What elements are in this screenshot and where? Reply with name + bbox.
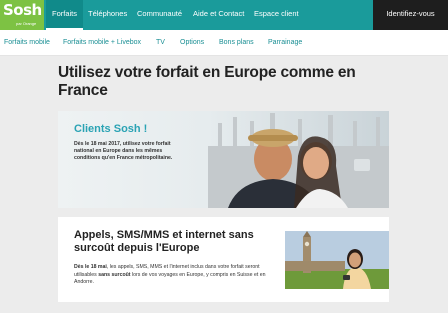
logo-subtitle: par Orange [16, 21, 37, 26]
nav-aide-contact[interactable]: Aide et Contact [193, 0, 244, 30]
hero-banner: Clients Sosh ! Dès le 18 mai 2017, utili… [58, 111, 389, 208]
sub-navigation: Forfaits mobile Forfaits mobile + Livebo… [0, 30, 448, 56]
hero-title: Clients Sosh ! [74, 123, 148, 135]
logo-wordmark: Sosh [3, 1, 42, 19]
subnav-forfaits-livebox[interactable]: Forfaits mobile + Livebox [63, 30, 141, 56]
nav-telephones[interactable]: Téléphones [88, 0, 127, 30]
hero-text: Dès le 18 mai 2017, utilisez votre forfa… [74, 141, 173, 161]
card-text-bold: sans surcoût [98, 271, 131, 278]
info-card: Appels, SMS/MMS et internet sans surcoût… [58, 217, 389, 302]
login-button[interactable]: Identifiez-vous [373, 0, 448, 30]
london-photo [285, 231, 389, 289]
subnav-forfaits-mobile[interactable]: Forfaits mobile [4, 30, 50, 56]
subnav-bons-plans[interactable]: Bons plans [219, 30, 254, 56]
card-title: Appels, SMS/MMS et internet sans surcoût… [74, 229, 254, 254]
top-navigation: Sosh par Orange Forfaits Téléphones Comm… [0, 0, 448, 30]
nav-espace-client[interactable]: Espace client [254, 0, 299, 30]
card-text-lead: Dès le 18 mai [74, 264, 107, 270]
subnav-parrainage[interactable]: Parrainage [268, 30, 302, 56]
subnav-options[interactable]: Options [180, 30, 204, 56]
subnav-tv[interactable]: TV [156, 30, 165, 56]
card-text: Dès le 18 mai, les appels, SMS, MMS et l… [74, 264, 274, 287]
nav-forfaits[interactable]: Forfaits [46, 0, 84, 30]
page-title: Utilisez votre forfait en Europe comme e… [58, 64, 356, 99]
nav-communaute[interactable]: Communauté [137, 0, 182, 30]
sosh-logo[interactable]: Sosh par Orange [0, 0, 44, 30]
